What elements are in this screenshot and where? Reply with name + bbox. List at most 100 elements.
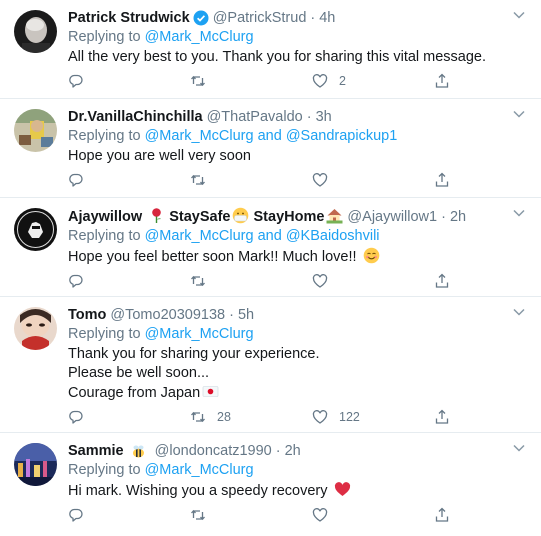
tweet[interactable]: Sammie @londoncatz1990 · 2h Replying to … [0, 433, 541, 536]
retweet-button[interactable] [190, 273, 217, 289]
retweet-button[interactable] [190, 172, 217, 188]
verified-badge-icon [193, 10, 209, 26]
like-count: 2 [339, 74, 346, 88]
retweet-button[interactable] [190, 507, 217, 523]
share-button[interactable] [434, 73, 450, 89]
user-handle[interactable]: @londoncatz1990 [155, 442, 272, 460]
display-name-part: Ajaywillow [68, 209, 143, 225]
tweet-text-line: Please be well soon... [68, 365, 210, 381]
tweet-actions [68, 501, 527, 533]
avatar[interactable] [14, 10, 57, 53]
display-name[interactable]: Ajaywillow StaySafe StayHome [68, 207, 343, 226]
tweet[interactable]: Dr.VanillaChinchilla @ThatPavaldo · 3h R… [0, 99, 541, 198]
chevron-down-icon[interactable] [513, 11, 525, 19]
mention-link[interactable]: @Mark_McClurg [145, 228, 254, 244]
replying-to-label: Replying to [68, 326, 141, 342]
avatar[interactable] [14, 307, 57, 350]
like-button[interactable] [312, 507, 339, 523]
avatar[interactable] [14, 109, 57, 152]
tweet-text: Hope you feel better soon Mark!! Much lo… [68, 247, 527, 267]
share-icon [435, 409, 449, 424]
display-name-part: StayHome [253, 209, 325, 225]
chevron-down-icon[interactable] [513, 209, 525, 217]
display-name[interactable]: Tomo [68, 306, 106, 324]
chevron-down-icon[interactable] [513, 444, 525, 452]
tweet[interactable]: Ajaywillow StaySafe StayHome @Ajaywillow… [0, 198, 541, 297]
timestamp[interactable]: 5h [238, 306, 254, 324]
tweet-text: All the very best to you. Thank you for … [68, 48, 527, 67]
reply-button[interactable] [68, 172, 95, 188]
display-name[interactable]: Patrick Strudwick [68, 9, 190, 27]
tweet-actions [68, 267, 527, 299]
display-name[interactable]: Sammie [68, 442, 124, 460]
user-handle[interactable]: @PatrickStrud [213, 9, 307, 27]
display-name-part: StaySafe [169, 209, 231, 225]
tweet-text: Thank you for sharing your experience. P… [68, 345, 527, 403]
chevron-down-icon[interactable] [513, 110, 525, 118]
tweet[interactable]: Patrick Strudwick @PatrickStrud · 4h Rep… [0, 0, 541, 99]
timestamp[interactable]: 2h [285, 442, 301, 460]
mention-link[interactable]: @Mark_McClurg [145, 29, 254, 45]
retweet-icon [191, 275, 205, 287]
like-button[interactable]: 122 [312, 409, 360, 425]
share-button[interactable] [434, 273, 450, 289]
tweet-text: Hi mark. Wishing you a speedy recovery [68, 481, 527, 501]
reply-button[interactable] [68, 73, 95, 89]
retweet-button[interactable] [190, 73, 217, 89]
share-icon [435, 507, 449, 522]
smiling-face-emoji-icon [363, 247, 379, 264]
heart-icon [312, 74, 328, 88]
retweet-count: 28 [217, 410, 231, 424]
tweet-text-line: All the very best to you. Thank you for … [68, 49, 487, 65]
retweet-icon [191, 509, 205, 521]
share-button[interactable] [434, 172, 450, 188]
mask-face-emoji-icon [233, 207, 249, 224]
tweet-actions [68, 166, 527, 198]
tweet-text-line: Courage from Japan [68, 383, 527, 403]
mention-link[interactable]: @Mark_McClurg [145, 128, 254, 144]
heart-icon [312, 508, 328, 522]
user-handle[interactable]: @Tomo20309138 [110, 306, 225, 324]
avatar[interactable] [14, 208, 57, 251]
mention-link[interactable]: @Mark_McClurg [145, 326, 254, 342]
share-button[interactable] [434, 507, 450, 523]
reply-button[interactable] [68, 273, 95, 289]
reply-icon [69, 274, 83, 288]
heart-icon [312, 173, 328, 187]
share-icon [435, 73, 449, 88]
replying-to: Replying to @Mark_McClurg [68, 325, 527, 344]
retweet-icon [191, 411, 205, 423]
mention-link[interactable]: @Sandrapickup1 [286, 128, 397, 144]
user-handle[interactable]: @Ajaywillow1 [347, 208, 437, 226]
tweet-text-line: Thank you for sharing your experience. [68, 346, 320, 362]
like-button[interactable]: 2 [312, 73, 346, 89]
chevron-down-icon[interactable] [513, 308, 525, 316]
reply-button[interactable] [68, 409, 95, 425]
timestamp[interactable]: 2h [450, 208, 466, 226]
display-name[interactable]: Dr.VanillaChinchilla [68, 108, 203, 126]
like-button[interactable] [312, 273, 339, 289]
separator-dot: · [306, 109, 312, 125]
user-handle[interactable]: @ThatPavaldo [207, 108, 303, 126]
tweet[interactable]: Tomo @Tomo20309138 · 5h Replying to @Mar… [0, 297, 541, 433]
share-button[interactable] [434, 409, 450, 425]
replying-to-label: Replying to [68, 128, 141, 144]
avatar[interactable] [14, 443, 57, 486]
separator-dot: · [229, 307, 234, 323]
replying-to: Replying to @Mark_McClurg [68, 461, 527, 480]
tweet-actions: 2 [68, 67, 527, 99]
reply-feed: Patrick Strudwick @PatrickStrud · 4h Rep… [0, 0, 541, 536]
mention-link[interactable]: @KBaidoshvili [286, 228, 380, 244]
reply-button[interactable] [68, 507, 95, 523]
replying-to: Replying to @Mark_McClurg [68, 28, 527, 47]
mention-link[interactable]: @Mark_McClurg [145, 462, 254, 478]
share-icon [435, 273, 449, 288]
reply-icon [69, 410, 83, 424]
like-button[interactable] [312, 172, 339, 188]
replying-to-label: Replying to [68, 29, 141, 45]
retweet-button[interactable]: 28 [190, 409, 231, 425]
timestamp[interactable]: 3h [316, 108, 332, 126]
reply-icon [69, 508, 83, 522]
separator-dot: · [275, 443, 281, 459]
timestamp[interactable]: 4h [319, 9, 335, 27]
